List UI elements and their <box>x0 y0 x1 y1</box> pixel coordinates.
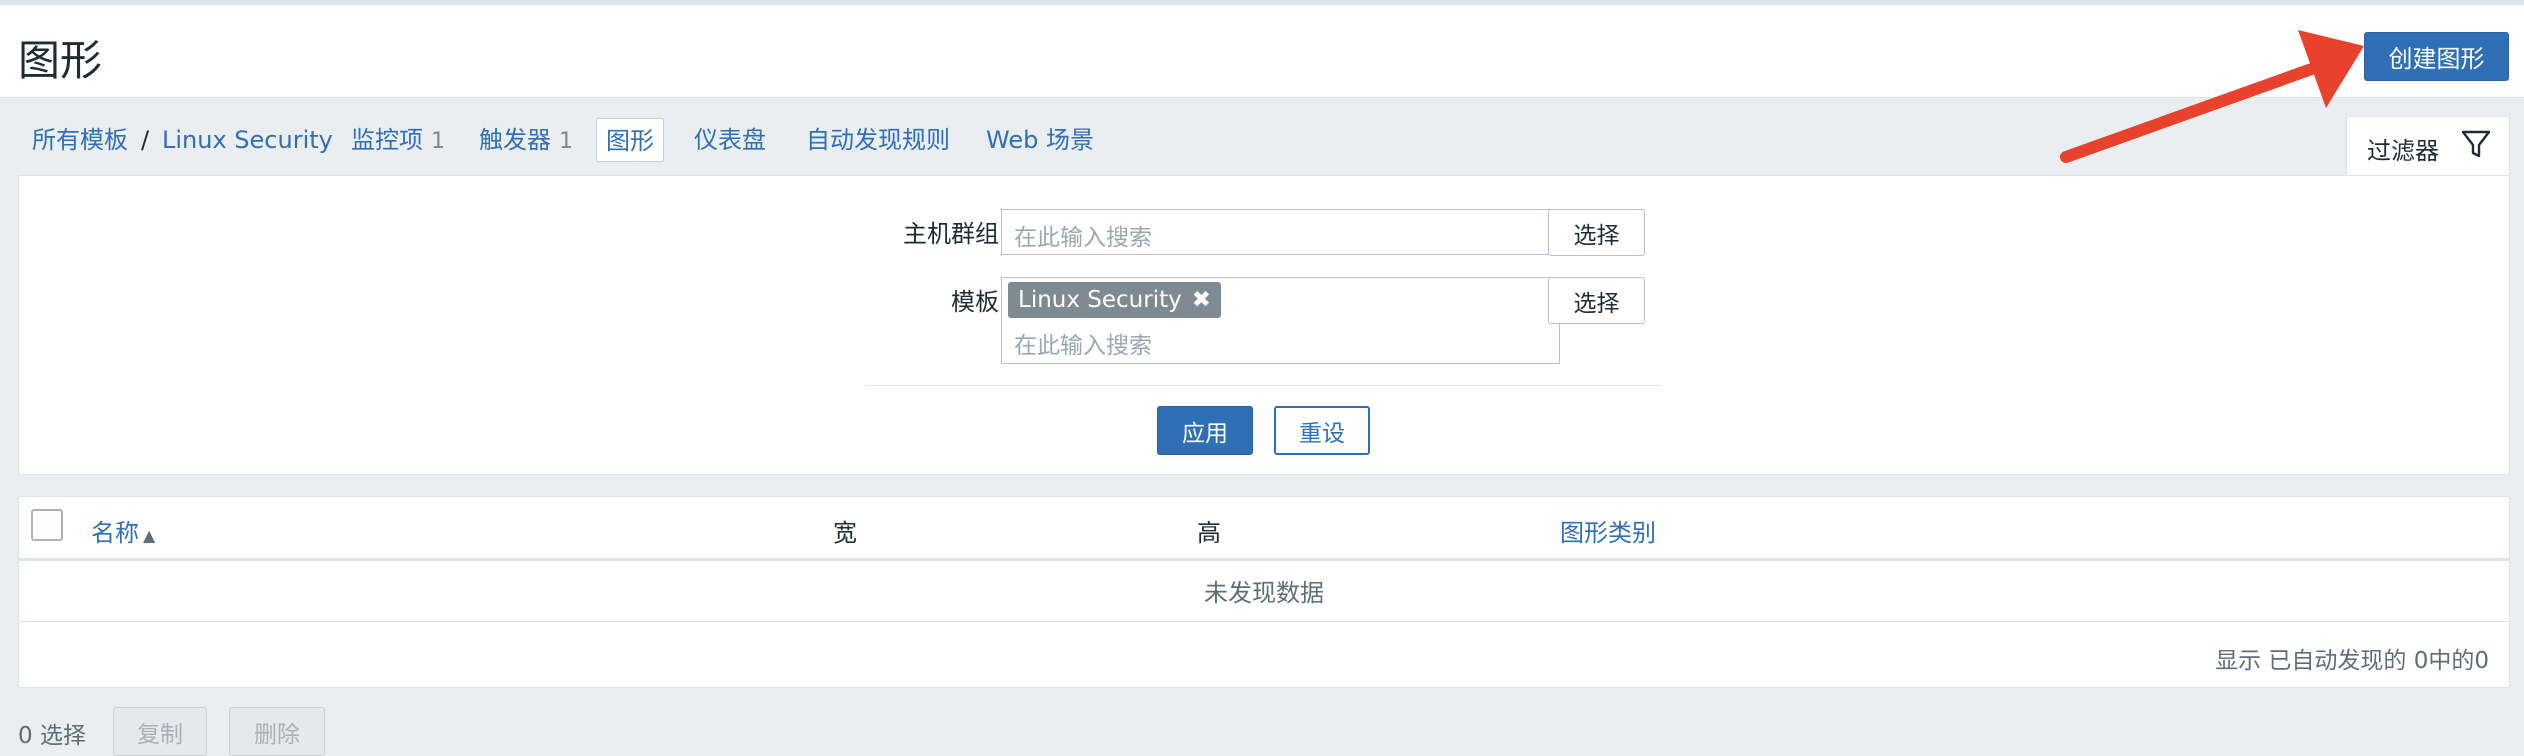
graphs-table: 名称 ▲ 宽 高 图形类别 未发现数据 显示 已自动发现的 0中的0 <box>18 496 2510 688</box>
template-input[interactable]: Linux Security ✖ 在此输入搜索 <box>1001 277 1560 364</box>
column-height-header: 高 <box>1197 519 1221 547</box>
column-name-label: 名称 <box>91 519 139 547</box>
template-label: 模板 <box>951 288 999 316</box>
tab-web-scenarios[interactable]: Web 场景 <box>986 116 1094 164</box>
column-width-header: 宽 <box>833 519 857 547</box>
host-group-select-button[interactable]: 选择 <box>1548 209 1645 256</box>
breadcrumb-all-templates[interactable]: 所有模板 <box>32 116 128 164</box>
sort-asc-icon: ▲ <box>143 526 156 545</box>
filter-panel: 主机群组 在此输入搜索 选择 模板 Linux Security ✖ 在此输入搜索… <box>18 175 2510 475</box>
tab-triggers-count: 1 <box>559 129 573 154</box>
column-graph-type-header[interactable]: 图形类别 <box>1560 513 1656 548</box>
filter-divider <box>865 385 1661 386</box>
tab-graphs[interactable]: 图形 <box>596 118 664 162</box>
copy-button[interactable]: 复制 <box>113 707 207 756</box>
template-tag-label: Linux Security <box>1018 287 1182 313</box>
apply-button[interactable]: 应用 <box>1157 406 1253 455</box>
page-title: 图形 <box>18 36 103 85</box>
tab-items-count: 1 <box>431 129 445 154</box>
tab-triggers-label: 触发器 <box>479 126 551 154</box>
table-footer-stats: 显示 已自动发现的 0中的0 <box>2215 648 2489 674</box>
create-graph-button[interactable]: 创建图形 <box>2364 32 2509 81</box>
tab-items-label: 监控项 <box>351 126 423 154</box>
selected-count: 0 选择 <box>18 723 86 749</box>
close-icon[interactable]: ✖ <box>1192 287 1211 313</box>
filter-tab[interactable]: 过滤器 <box>2346 116 2510 176</box>
tab-discovery-rules[interactable]: 自动发现规则 <box>806 116 950 164</box>
funnel-icon <box>2461 130 2491 158</box>
template-tag: Linux Security ✖ <box>1008 282 1222 318</box>
reset-button[interactable]: 重设 <box>1274 406 1370 455</box>
column-name-header[interactable]: 名称 ▲ <box>91 513 155 548</box>
host-group-input[interactable]: 在此输入搜索 <box>1001 209 1560 255</box>
select-all-checkbox[interactable] <box>31 509 63 541</box>
delete-button[interactable]: 删除 <box>229 707 325 756</box>
tab-dashboards[interactable]: 仪表盘 <box>694 116 766 164</box>
table-row-divider <box>19 621 2509 622</box>
tab-triggers[interactable]: 触发器 1 <box>479 116 573 164</box>
host-group-placeholder: 在此输入搜索 <box>1014 225 1152 251</box>
page-header: 图形 创建图形 <box>0 5 2524 98</box>
template-select-button[interactable]: 选择 <box>1548 277 1645 324</box>
breadcrumb-separator: / <box>141 126 150 154</box>
template-placeholder: 在此输入搜索 <box>1014 333 1152 359</box>
no-data-message: 未发现数据 <box>1204 579 1324 607</box>
tab-items[interactable]: 监控项 1 <box>351 116 445 164</box>
filter-tab-label: 过滤器 <box>2367 137 2439 165</box>
breadcrumb-template[interactable]: Linux Security <box>162 116 333 164</box>
table-header-divider <box>19 558 2509 561</box>
host-group-label: 主机群组 <box>903 220 999 248</box>
